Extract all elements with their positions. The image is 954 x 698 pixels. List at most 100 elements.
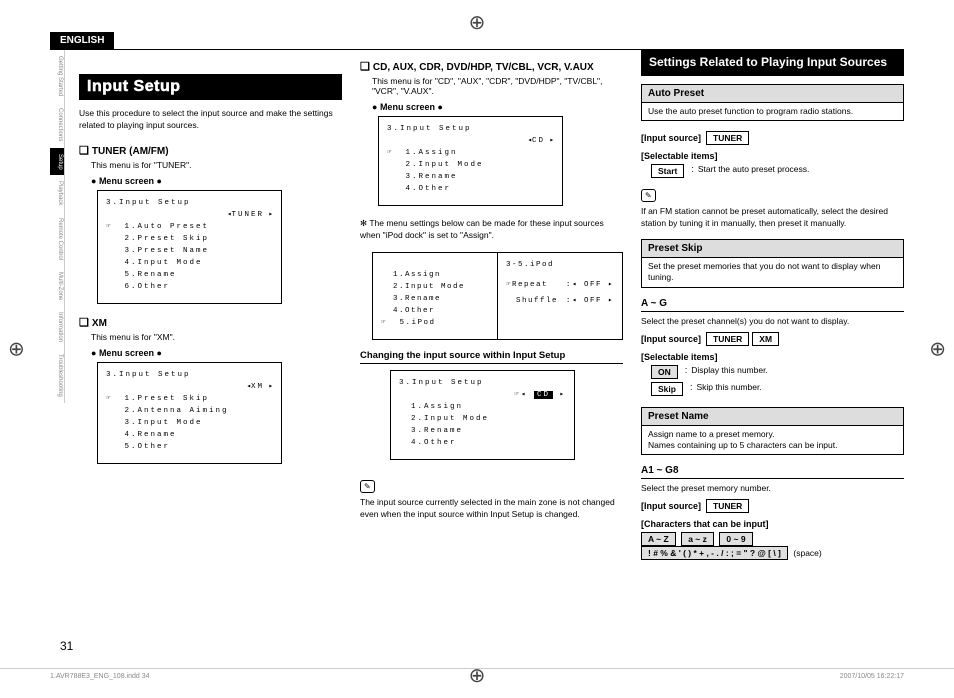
source-pill: XM bbox=[752, 332, 779, 346]
setting-label: Shuffle bbox=[506, 295, 558, 307]
menu-screen-label: Menu screen bbox=[372, 102, 623, 112]
menu-item: 5.iPod bbox=[388, 317, 436, 329]
source-pill: TUNER bbox=[706, 131, 749, 145]
range-desc: Select the preset channel(s) you do not … bbox=[641, 316, 904, 326]
source-pill: TUNER bbox=[706, 332, 749, 346]
menu-item: 5.Other bbox=[113, 441, 171, 453]
menu-item: 4.Other bbox=[394, 183, 452, 195]
menu-item: 3.Rename bbox=[399, 425, 463, 437]
menu-item: 4.Input Mode bbox=[113, 257, 203, 269]
item-pill: Skip bbox=[651, 382, 683, 396]
menu-item: 2.Input Mode bbox=[381, 281, 465, 293]
note-icon: ✎ bbox=[360, 480, 375, 493]
range-desc: Select the preset memory number. bbox=[641, 483, 904, 493]
note-icon: ✎ bbox=[641, 189, 656, 202]
footer-stamp: 2007/10/05 16:22:17 bbox=[840, 673, 904, 680]
side-tab: Connections bbox=[50, 102, 65, 147]
side-tab: Remote Control bbox=[50, 212, 65, 266]
auto-preset-note: If an FM station cannot be preset automa… bbox=[641, 206, 904, 230]
menu-item: 4.Other bbox=[381, 305, 435, 317]
space-suffix: (space) bbox=[793, 548, 821, 558]
tuner-heading: TUNER (AM/FM) bbox=[79, 144, 342, 157]
char-group: 0 ~ 9 bbox=[719, 532, 752, 546]
input-source-label: [Input source] TUNER bbox=[641, 499, 904, 513]
char-group: ! # % & ' ( ) * + , - . / : ; = " ? @ [ … bbox=[641, 546, 788, 560]
side-tabs: Getting Started Connections Setup Playba… bbox=[50, 50, 65, 560]
menu-item: 1.Assign bbox=[394, 147, 458, 159]
menu-item: 1.Assign bbox=[381, 269, 441, 281]
side-tab: Troubleshooting bbox=[50, 348, 65, 403]
menu-item: 1.Auto Preset bbox=[113, 221, 210, 233]
side-tab: Multi-Zone bbox=[50, 266, 65, 306]
menu-item: 1.Preset Skip bbox=[113, 393, 210, 405]
range-head: A1 ~ G8 bbox=[641, 465, 904, 479]
page-number: 31 bbox=[60, 639, 73, 653]
screen-header: 3-5.iPod bbox=[506, 259, 614, 271]
box-head: Preset Skip bbox=[642, 240, 903, 258]
screen-header: 3.Input Setup bbox=[399, 377, 484, 389]
language-tab: ENGLISH bbox=[50, 32, 114, 49]
menu-item: 3.Preset Name bbox=[113, 245, 210, 257]
settings-title-bar: Settings Related to Playing Input Source… bbox=[641, 50, 904, 76]
crop-mark-right: ⊕ bbox=[929, 337, 946, 362]
preset-name-box: Preset Name Assign name to a preset memo… bbox=[641, 407, 904, 455]
menu-item: 2.Preset Skip bbox=[113, 233, 210, 245]
cd-heading: CD, AUX, CDR, DVD/HDP, TV/CBL, VCR, V.AU… bbox=[360, 60, 623, 73]
item-desc: Start the auto preset process. bbox=[698, 164, 810, 174]
ipod-dual-screen: 1.Assign 2.Input Mode 3.Rename 4.Other 5… bbox=[372, 252, 623, 340]
input-source-label: [Input source] TUNERXM bbox=[641, 332, 904, 346]
setting-label: Repeat bbox=[512, 281, 548, 289]
screen-source: XM bbox=[106, 381, 273, 393]
menu-item: 1.Assign bbox=[399, 401, 463, 413]
screen-source: TUNER bbox=[106, 209, 273, 221]
char-group: a ~ z bbox=[681, 532, 714, 546]
range-head: A ~ G bbox=[641, 298, 904, 312]
auto-preset-box: Auto Preset Use the auto preset function… bbox=[641, 84, 904, 121]
crop-mark-left: ⊕ bbox=[8, 337, 25, 362]
menu-item: 4.Rename bbox=[113, 429, 177, 441]
column-3: Settings Related to Playing Input Source… bbox=[641, 50, 904, 560]
screen-header: 3.Input Setup bbox=[387, 123, 472, 135]
section-title-bar: Input Setup bbox=[79, 74, 342, 100]
change-source-heading: Changing the input source within Input S… bbox=[360, 350, 623, 364]
menu-item: 2.Antenna Aiming bbox=[113, 405, 229, 417]
setting-value: OFF bbox=[584, 281, 602, 289]
xm-menu-screen: 3.Input Setup XM 1.Preset Skip ☞2.Antenn… bbox=[97, 362, 282, 464]
footer-file: 1.AVR788E3_ENG_108.indd 34 bbox=[50, 673, 150, 680]
selectable-label: [Selectable items] bbox=[641, 151, 904, 161]
item-pill: ON bbox=[651, 365, 678, 379]
side-tab: Information bbox=[50, 306, 65, 348]
menu-item: 3.Rename bbox=[394, 171, 458, 183]
char-groups: A ~ Z a ~ z 0 ~ 9 ! # % & ' ( ) * + , - … bbox=[641, 532, 904, 560]
item-desc: Skip this number. bbox=[696, 382, 761, 392]
xm-desc: This menu is for "XM". bbox=[91, 332, 342, 342]
box-body: Use the auto preset function to program … bbox=[642, 103, 903, 120]
change-menu-screen: 3.Input Setup ☞◂ CD ▸ 1.Assign 2.Input M… bbox=[390, 370, 575, 460]
tuner-desc: This menu is for "TUNER". bbox=[91, 160, 342, 170]
menu-item: 6.Other bbox=[113, 281, 171, 293]
box-head: Auto Preset bbox=[642, 85, 903, 103]
side-tab-active: Setup bbox=[50, 148, 65, 176]
box-body: Assign name to a preset memory. Names co… bbox=[642, 426, 903, 454]
tuner-menu-screen: 3.Input Setup TUNER 1.Auto Preset ☞2.Pre… bbox=[97, 190, 282, 304]
side-tab: Getting Started bbox=[50, 50, 65, 102]
column-2: CD, AUX, CDR, DVD/HDP, TV/CBL, VCR, V.AU… bbox=[360, 50, 623, 560]
footer: 1.AVR788E3_ENG_108.indd 34 2007/10/05 16… bbox=[0, 668, 954, 680]
chars-label: [Characters that can be input] bbox=[641, 519, 904, 529]
menu-screen-label: Menu screen bbox=[91, 176, 342, 186]
input-source-label: [Input source] TUNER bbox=[641, 131, 904, 145]
item-pill: Start bbox=[651, 164, 684, 178]
preset-skip-box: Preset Skip Set the preset memories that… bbox=[641, 239, 904, 287]
screen-header: 3.Input Setup bbox=[106, 197, 191, 209]
menu-screen-label: Menu screen bbox=[91, 348, 342, 358]
menu-item: 3.Input Mode bbox=[113, 417, 203, 429]
screen-header: 3.Input Setup bbox=[106, 369, 191, 381]
screen-source: CD bbox=[387, 135, 554, 147]
column-1: Input Setup Use this procedure to select… bbox=[79, 50, 342, 560]
intro-text: Use this procedure to select the input s… bbox=[79, 108, 342, 132]
box-body: Set the preset memories that you do not … bbox=[642, 258, 903, 286]
crop-mark-top: ⊕ bbox=[469, 10, 486, 35]
menu-item: 2.Input Mode bbox=[394, 159, 484, 171]
ipod-note: The menu settings below can be made for … bbox=[360, 218, 623, 242]
setting-value: OFF bbox=[584, 297, 602, 305]
